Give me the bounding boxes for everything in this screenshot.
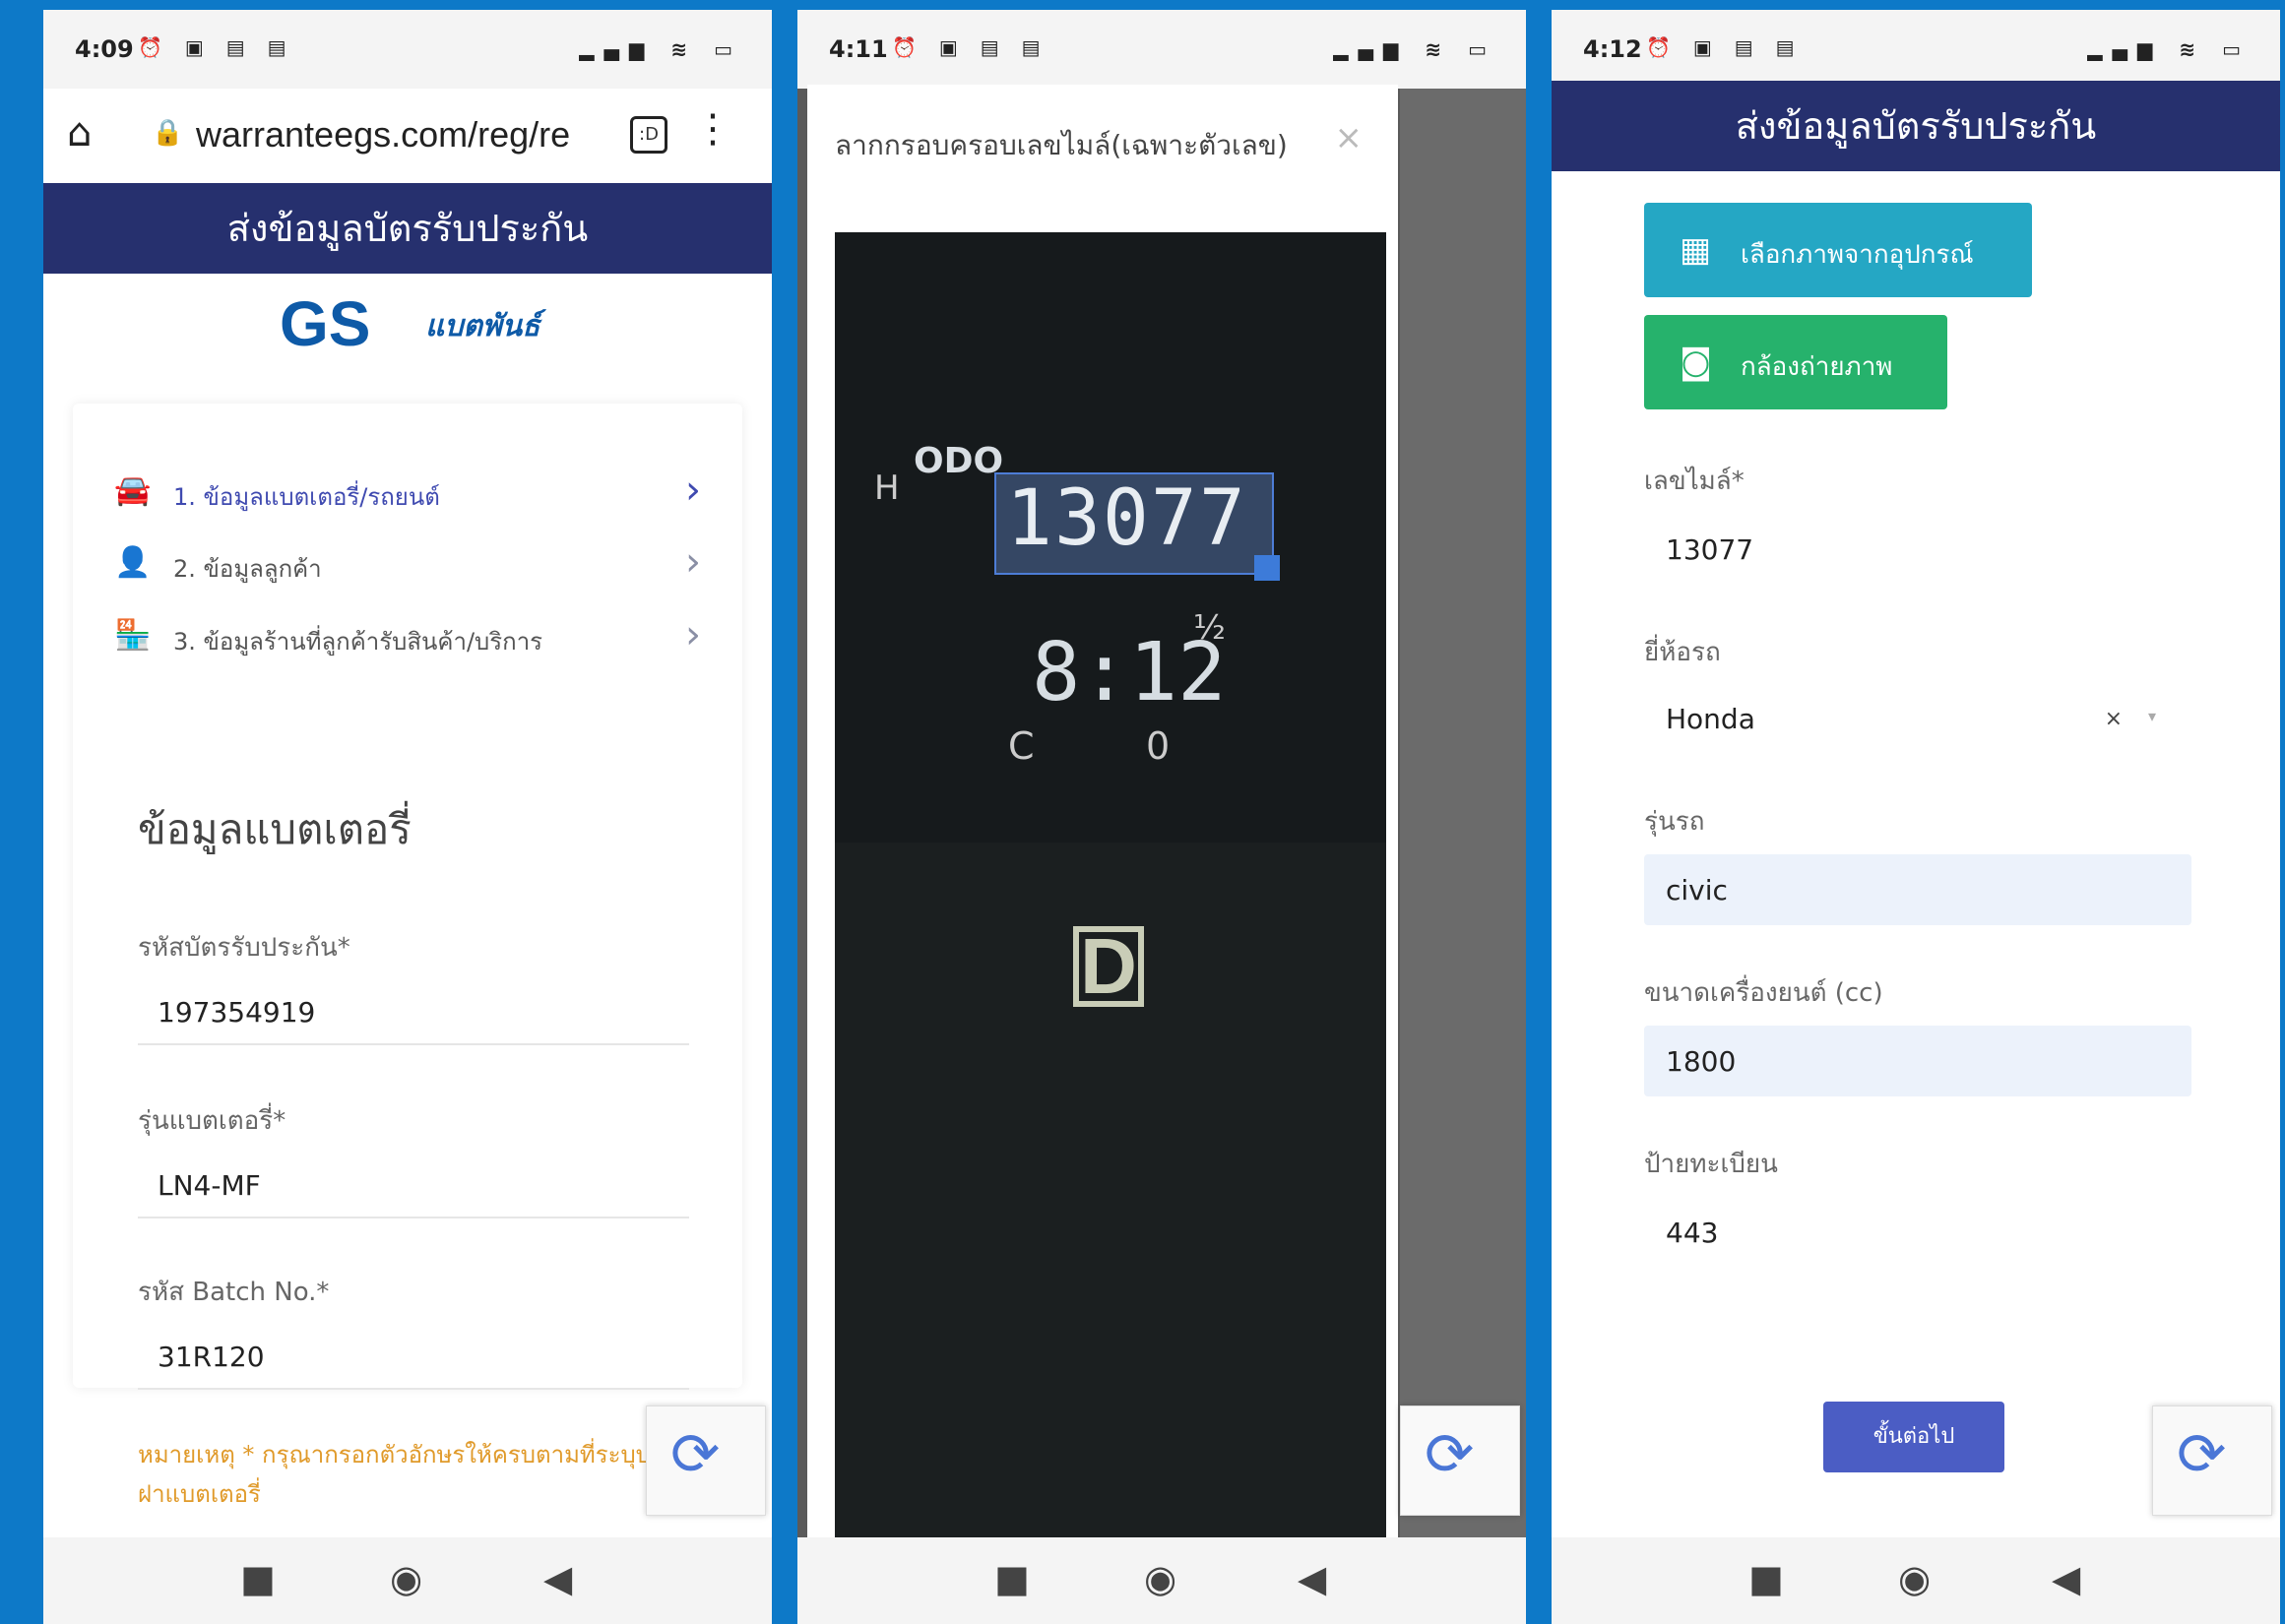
- chevron-right-icon: ›: [685, 468, 701, 513]
- phone-screen-1: 4:09 ⏰ ▣ ▤ ▤ ▂▄▆ ≋ ▭ ⌂ 🔒 warranteegs.com…: [43, 10, 772, 1624]
- gear-indicator: D: [1073, 926, 1144, 1007]
- phone-screen-2: 4:11 ⏰ ▣ ▤ ▤ ▂▄▆ ≋ ▭ ลากกรอบครอบเลขไมล์(…: [797, 10, 1526, 1624]
- menu-dots-icon[interactable]: ⋮: [693, 106, 732, 152]
- mileage-input[interactable]: 13077: [1644, 514, 2191, 585]
- user-icon: 👤: [114, 545, 152, 580]
- phone-screen-3: 4:12 ⏰ ▣ ▤ ▤ ▂▄▆ ≋ ▭ ส่งข้อมูลบัตรรับประ…: [1552, 10, 2280, 1624]
- notification-icons: ⏰ ▣ ▤ ▤: [1646, 35, 1803, 59]
- chevron-right-icon: ›: [685, 539, 701, 585]
- signal-battery-icons: ▂▄▆ ≋ ▭: [579, 37, 742, 61]
- browser-url-bar: ⌂ 🔒 warranteegs.com/reg/re :D ⋮: [43, 89, 772, 184]
- home-button-icon[interactable]: ◉: [1144, 1557, 1176, 1600]
- field-label-mileage: เลขไมล์*: [1644, 467, 1745, 496]
- android-nav-bar: ■ ◉ ◀: [1552, 1537, 2280, 1624]
- car-model-input[interactable]: civic: [1644, 854, 2191, 925]
- camera-button[interactable]: ◙ กล้องถ่ายภาพ: [1644, 315, 1947, 409]
- license-plate-input[interactable]: 443: [1644, 1197, 2191, 1268]
- battery-model-input[interactable]: LN4-MF: [158, 1169, 261, 1202]
- car-icon: 🚘: [114, 473, 152, 508]
- field-label-batch-no: รหัส Batch No.*: [138, 1278, 330, 1307]
- lock-icon: 🔒: [152, 118, 184, 148]
- store-icon: 🏪: [114, 618, 152, 653]
- fuel-zero-label: 0: [1146, 724, 1171, 768]
- crop-modal: ลากกรอบครอบเลขไมล์(เฉพาะตัวเลข) × ODO H …: [807, 85, 1398, 1551]
- status-time: 4:09: [75, 35, 134, 63]
- field-label-license-plate: ป้ายทะเบียน: [1644, 1150, 1778, 1179]
- field-label-engine-size: ขนาดเครื่องยนต์ (cc): [1644, 978, 1883, 1008]
- next-button[interactable]: ขั้นต่อไป: [1823, 1402, 2004, 1472]
- crop-selection-box[interactable]: 13077: [994, 472, 1280, 581]
- recent-apps-icon[interactable]: ■: [240, 1557, 276, 1600]
- recaptcha-badge[interactable]: ⟳: [2152, 1405, 2272, 1516]
- choose-image-button[interactable]: ▦ เลือกภาพจากอุปกรณ์: [1644, 203, 2032, 297]
- status-bar: 4:12 ⏰ ▣ ▤ ▤ ▂▄▆ ≋ ▭: [1552, 10, 2280, 89]
- recaptcha-badge[interactable]: ⟳: [646, 1405, 766, 1516]
- note-text: หมายเหตุ * กรุณากรอกตัวอักษรให้ครบตามที่…: [138, 1441, 667, 1508]
- recent-apps-icon[interactable]: ■: [994, 1557, 1030, 1600]
- odo-label: ODO: [914, 441, 1004, 481]
- background-page: [1400, 89, 1526, 1545]
- recent-apps-icon[interactable]: ■: [1748, 1557, 1784, 1600]
- section-title: ข้อมูลแบตเตอรี่: [138, 805, 412, 853]
- gs-logo-sub: แบตพันธ์: [425, 309, 540, 344]
- gs-logo: GS: [280, 288, 371, 359]
- warranty-code-input[interactable]: 197354919: [158, 996, 315, 1029]
- notification-icons: ⏰ ▣ ▤ ▤: [892, 35, 1048, 59]
- field-label-warranty-code: รหัสบัตรรับประกัน*: [138, 933, 350, 963]
- home-button-icon[interactable]: ◉: [390, 1557, 422, 1600]
- back-icon[interactable]: ◀: [543, 1557, 572, 1600]
- back-icon[interactable]: ◀: [1298, 1557, 1326, 1600]
- temp-c-label: C: [1008, 724, 1035, 768]
- chevron-right-icon: ›: [685, 612, 701, 657]
- divider: [138, 1388, 689, 1390]
- resize-handle[interactable]: [1254, 555, 1280, 581]
- temp-h-label: H: [874, 468, 900, 508]
- close-icon[interactable]: ×: [1335, 118, 1364, 157]
- field-label-car-model: รุ่นรถ: [1644, 807, 1705, 837]
- recaptcha-icon: ⟳: [1425, 1420, 1475, 1489]
- step-shop[interactable]: 🏪 3. ข้อมูลร้านที่ลูกค้ารับสินค้า/บริการ…: [114, 612, 705, 661]
- page-header: ส่งข้อมูลบัตรรับประกัน: [1552, 81, 2280, 171]
- step-customer[interactable]: 👤 2. ข้อมูลลูกค้า ›: [114, 539, 705, 589]
- divider: [138, 1217, 689, 1218]
- status-bar: 4:09 ⏰ ▣ ▤ ▤ ▂▄▆ ≋ ▭: [43, 10, 772, 89]
- status-time: 4:12: [1583, 35, 1642, 63]
- page-header: ส่งข้อมูลบัตรรับประกัน: [43, 183, 772, 274]
- gallery-icon: ▦: [1680, 230, 1712, 270]
- step-battery-car[interactable]: 🚘 1. ข้อมูลแบตเตอรี่/รถยนต์ ›: [114, 468, 705, 517]
- chevron-down-icon[interactable]: ▾: [2148, 707, 2156, 725]
- notification-icons: ⏰ ▣ ▤ ▤: [138, 35, 294, 59]
- car-brand-select[interactable]: Honda × ▾: [1644, 683, 2191, 754]
- dashboard-photo: ODO H 8:12 ½ C 0 D 13077: [835, 232, 1386, 1551]
- url-text[interactable]: warranteegs.com/reg/re: [196, 114, 619, 156]
- home-icon[interactable]: ⌂: [67, 110, 92, 156]
- field-label-car-brand: ยี่ห้อรถ: [1644, 638, 1721, 667]
- fuel-half-label: ½: [1193, 608, 1226, 648]
- android-nav-bar: ■ ◉ ◀: [797, 1537, 1526, 1624]
- camera-icon: ◙: [1680, 343, 1712, 382]
- android-nav-bar: ■ ◉ ◀: [43, 1537, 772, 1624]
- signal-battery-icons: ▂▄▆ ≋ ▭: [2087, 37, 2251, 61]
- signal-battery-icons: ▂▄▆ ≋ ▭: [1333, 37, 1496, 61]
- divider: [138, 1043, 689, 1045]
- recaptcha-icon: ⟳: [670, 1420, 721, 1489]
- back-icon[interactable]: ◀: [2052, 1557, 2080, 1600]
- recaptcha-badge[interactable]: ⟳: [1400, 1405, 1520, 1516]
- batch-no-input[interactable]: 31R120: [158, 1341, 265, 1373]
- status-bar: 4:11 ⏰ ▣ ▤ ▤ ▂▄▆ ≋ ▭: [797, 10, 1526, 89]
- field-label-battery-model: รุ่นแบตเตอรี่*: [138, 1106, 286, 1136]
- status-time: 4:11: [829, 35, 888, 63]
- tabs-icon[interactable]: :D: [630, 116, 667, 154]
- clear-icon[interactable]: ×: [2105, 707, 2123, 731]
- recaptcha-icon: ⟳: [2177, 1420, 2227, 1489]
- home-button-icon[interactable]: ◉: [1898, 1557, 1931, 1600]
- modal-title: ลากกรอบครอบเลขไมล์(เฉพาะตัวเลข): [835, 129, 1288, 161]
- odometer-reading: 13077: [1006, 474, 1247, 563]
- engine-size-input[interactable]: 1800: [1644, 1026, 2191, 1096]
